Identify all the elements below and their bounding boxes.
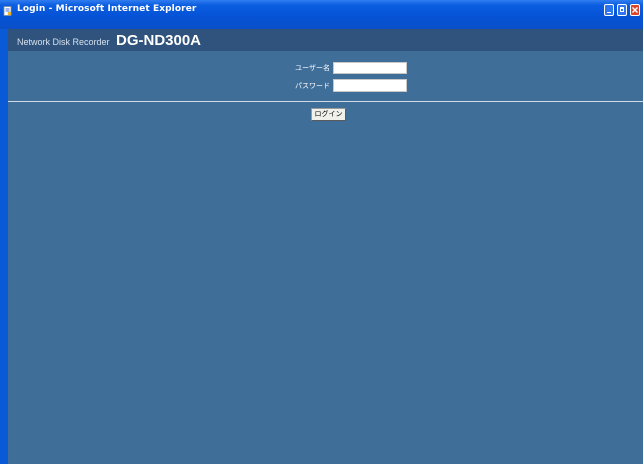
ie-page-icon [3, 6, 12, 16]
username-field[interactable] [333, 62, 407, 74]
username-label: ユーザー名 [295, 64, 330, 72]
title-bar[interactable]: Login - Microsoft Internet Explorer [0, 0, 643, 29]
browser-window: Login - Microsoft Internet Explorer Netw… [0, 0, 643, 464]
divider [8, 101, 643, 102]
maximize-button[interactable] [617, 4, 627, 16]
login-button[interactable]: ログイン [311, 108, 346, 121]
model-name: DG-ND300A [116, 32, 202, 49]
window-title: Login - Microsoft Internet Explorer [17, 4, 197, 14]
header-band: Network Disk Recorder DG-ND300A [8, 29, 643, 51]
brand-text: Network Disk Recorder [17, 37, 110, 47]
password-label: パスワード [295, 82, 330, 90]
page-content: Network Disk Recorder DG-ND300A ユーザー名 パス… [8, 29, 643, 464]
close-button[interactable] [630, 4, 640, 16]
password-field[interactable] [333, 79, 407, 92]
close-icon [632, 7, 638, 13]
minimize-button[interactable] [604, 4, 614, 16]
